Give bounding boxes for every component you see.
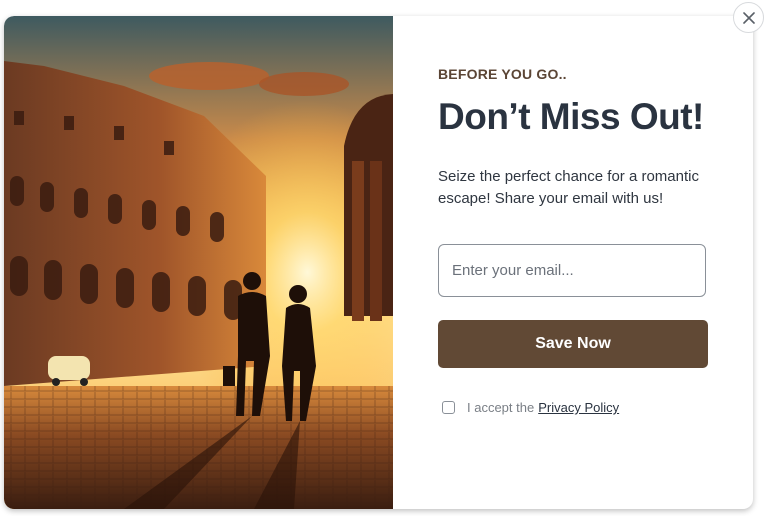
- privacy-consent: I accept the Privacy Policy: [442, 400, 619, 415]
- eyebrow-text: BEFORE YOU GO..: [438, 66, 567, 82]
- hero-image: [4, 16, 393, 509]
- popup-headline: Don’t Miss Out!: [438, 96, 704, 137]
- close-icon: [742, 11, 755, 24]
- privacy-policy-link[interactable]: Privacy Policy: [538, 400, 619, 415]
- email-input[interactable]: [438, 244, 706, 297]
- consent-label: I accept the: [467, 400, 535, 415]
- close-button[interactable]: [733, 2, 764, 33]
- save-now-button[interactable]: Save Now: [438, 320, 708, 368]
- popup-content: BEFORE YOU GO.. Don’t Miss Out! Seize th…: [438, 16, 728, 509]
- popup-description: Seize the perfect chance for a romantic …: [438, 168, 699, 207]
- consent-checkbox[interactable]: [442, 401, 455, 414]
- newsletter-popup: BEFORE YOU GO.. Don’t Miss Out! Seize th…: [4, 16, 753, 509]
